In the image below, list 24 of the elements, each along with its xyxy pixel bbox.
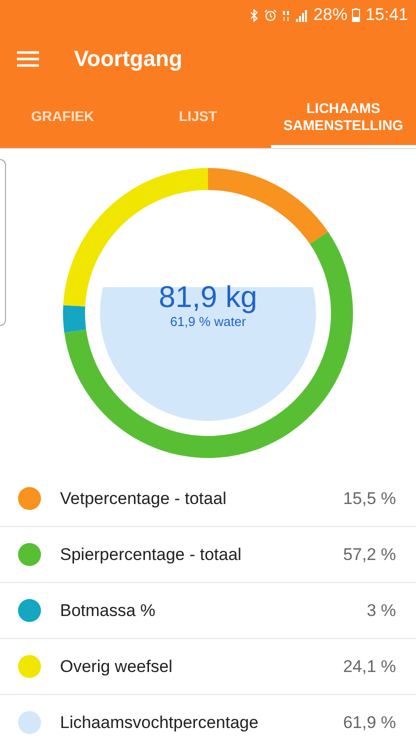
signal-icon [296,8,308,22]
legend-value: 57,2 % [343,544,396,564]
battery-icon [352,8,360,22]
legend-value: 24,1 % [343,656,396,676]
tab[interactable]: LICHAAMS SAMENSTELLING [270,88,416,148]
legend-label: Lichaamsvochtpercentage [60,712,260,732]
weight-value: 81,9 kg [158,281,258,314]
legend-value: 3 % [366,600,396,620]
screen-title: Voortgang [74,46,182,72]
legend-label: Botmassa % [60,600,156,620]
tab[interactable]: LIJST [125,88,271,148]
legend-label: Overig weefsel [60,656,174,676]
bluetooth-icon [250,8,260,22]
legend-value: 15,5 % [343,488,396,508]
alarm-icon [264,8,278,22]
network-icon [282,8,292,22]
tab[interactable]: GRAFIEK [0,88,126,148]
legend-label: Spierpercentage - totaal [60,544,242,564]
battery-percentage: 28% [313,5,348,25]
legend-label: Vetpercentage - totaal [60,488,228,508]
legend-value: 61,9 % [343,712,396,732]
clock-time: 15:41 [365,5,408,25]
menu-icon[interactable] [17,51,39,67]
water-percentage: 61,9 % water [170,314,246,329]
